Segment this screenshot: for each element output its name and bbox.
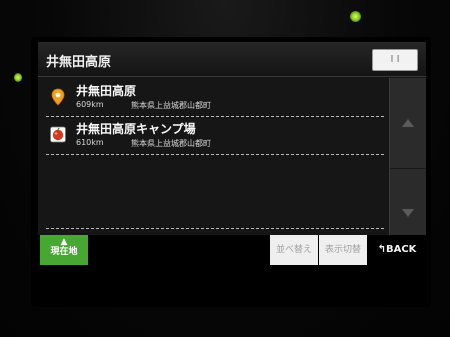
result-address: 熊本県上益城郡山都町 [131,101,211,110]
result-distance: 610km [76,138,104,147]
map-pin-icon [50,88,66,106]
result-row[interactable]: 井無田高原キャンプ場 610km 熊本県上益城郡山都町 [46,116,384,155]
back-button[interactable]: ↰BACK [370,235,424,265]
result-name: 井無田高原キャンプ場 [76,122,196,136]
page-title: 井無田高原 [46,55,112,70]
status-led-side [14,73,22,82]
result-row-empty[interactable] [46,154,384,229]
navigation-screen: 井無田高原 I I 井無田高原 609km 熊本県上益城郡山都町 井無田高原キャ… [38,42,426,267]
scroll-up-button[interactable] [390,78,426,169]
result-row[interactable]: 井無田高原 609km 熊本県上益城郡山都町 [46,78,384,117]
current-location-label: 現在地 [50,247,78,257]
back-label: BACK [385,244,417,255]
title-bar: 井無田高原 I I [38,42,426,77]
result-address: 熊本県上益城郡山都町 [131,139,211,148]
bottom-toolbar: ▲ 現在地 並べ替え 表示切替 ↰BACK [38,235,426,267]
title-bar-button[interactable]: I I [372,49,418,71]
result-distance: 609km [76,100,104,109]
status-led-top [350,11,361,22]
arrow-up-icon [402,119,414,127]
search-results-list: 井無田高原 609km 熊本県上益城郡山都町 井無田高原キャンプ場 610km … [38,78,386,259]
back-arrow-icon: ↰ [377,244,386,255]
scroll-bar [389,78,426,258]
location-arrow-icon: ▲ [60,237,68,247]
sort-button[interactable]: 並べ替え [270,235,318,265]
current-location-button[interactable]: ▲ 現在地 [40,235,88,265]
campground-icon [50,126,66,144]
display-toggle-button[interactable]: 表示切替 [319,235,367,265]
result-name: 井無田高原 [76,84,137,98]
arrow-down-icon [402,209,414,217]
